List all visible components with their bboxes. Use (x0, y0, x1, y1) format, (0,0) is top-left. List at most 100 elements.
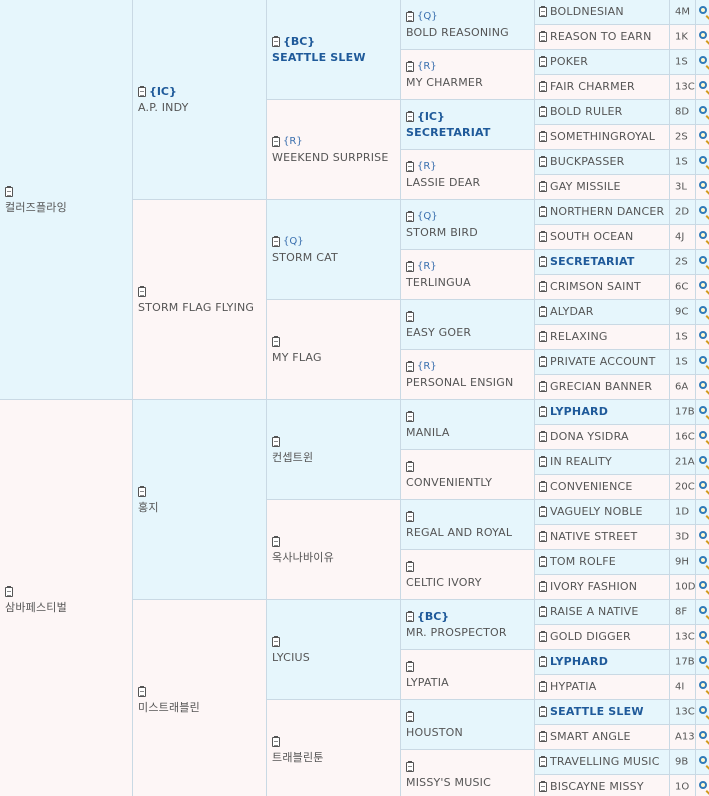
clipboard-icon[interactable] (539, 581, 547, 592)
clipboard-icon[interactable] (539, 731, 547, 742)
clipboard-icon[interactable] (539, 256, 547, 267)
search-button[interactable] (696, 275, 709, 300)
pedigree-cell-gen5[interactable]: FAIR CHARMER (535, 75, 670, 100)
horse-name[interactable]: RAISE A NATIVE (550, 605, 639, 618)
horse-name[interactable]: 삼바페스티벌 (5, 600, 67, 616)
horse-name[interactable]: SECRETARIAT (550, 255, 635, 268)
pedigree-cell-gen5[interactable]: SOMETHINGROYAL (535, 125, 670, 150)
pedigree-cell-gen4[interactable]: {Q} BOLD REASONING (401, 0, 535, 50)
horse-name[interactable]: MR. PROSPECTOR (406, 625, 507, 641)
pedigree-cell-gen1[interactable]: 삼바페스티벌 (0, 400, 133, 796)
pedigree-cell-gen5[interactable]: BISCAYNE MISSY (535, 775, 670, 796)
pedigree-cell-gen5[interactable]: RELAXING (535, 325, 670, 350)
horse-name[interactable]: 옥사나바이유 (272, 550, 334, 566)
search-button[interactable] (696, 125, 709, 150)
horse-name[interactable]: STORM CAT (272, 250, 338, 266)
search-button[interactable] (696, 775, 709, 796)
horse-name[interactable]: TRAVELLING MUSIC (550, 755, 660, 768)
clipboard-icon[interactable] (272, 335, 280, 347)
horse-name[interactable]: TOM ROLFE (550, 555, 616, 568)
pedigree-cell-gen4[interactable]: HOUSTON (401, 700, 535, 750)
search-button[interactable] (696, 625, 709, 650)
horse-name[interactable]: MY FLAG (272, 350, 322, 366)
pedigree-cell-gen5[interactable]: SECRETARIAT (535, 250, 670, 275)
horse-name[interactable]: LYPATIA (406, 675, 449, 691)
pedigree-cell-gen5[interactable]: VAGUELY NOBLE (535, 500, 670, 525)
pedigree-cell-gen4[interactable]: MANILA (401, 400, 535, 450)
pedigree-cell-gen1[interactable]: 컬러즈플라잉 (0, 0, 133, 400)
pedigree-cell-gen5[interactable]: SOUTH OCEAN (535, 225, 670, 250)
clipboard-icon[interactable] (539, 106, 547, 117)
pedigree-cell-gen4[interactable]: EASY GOER (401, 300, 535, 350)
horse-name[interactable]: TERLINGUA (406, 275, 471, 291)
clipboard-icon[interactable] (539, 281, 547, 292)
clipboard-icon[interactable] (539, 31, 547, 42)
search-button[interactable] (696, 500, 709, 525)
pedigree-cell-gen3[interactable]: 트래블린툰 (267, 700, 401, 796)
horse-name[interactable]: EASY GOER (406, 325, 471, 341)
horse-name[interactable]: IVORY FASHION (550, 580, 637, 593)
horse-name[interactable]: MANILA (406, 425, 450, 441)
pedigree-cell-gen4[interactable]: {IC} SECRETARIAT (401, 100, 535, 150)
search-button[interactable] (696, 550, 709, 575)
horse-name[interactable]: DONA YSIDRA (550, 430, 629, 443)
search-button[interactable] (696, 600, 709, 625)
horse-name[interactable]: 트래블린툰 (272, 750, 324, 766)
pedigree-cell-gen5[interactable]: ALYDAR (535, 300, 670, 325)
pedigree-cell-gen2[interactable]: {IC} A.P. INDY (133, 0, 267, 200)
clipboard-icon[interactable] (539, 431, 547, 442)
horse-name[interactable]: BOLD REASONING (406, 25, 509, 41)
clipboard-icon[interactable] (406, 460, 414, 472)
clipboard-icon[interactable] (406, 210, 414, 222)
pedigree-cell-gen5[interactable]: SEATTLE SLEW (535, 700, 670, 725)
search-button[interactable] (696, 725, 709, 750)
pedigree-cell-gen5[interactable]: BUCKPASSER (535, 150, 670, 175)
clipboard-icon[interactable] (539, 556, 547, 567)
pedigree-cell-gen5[interactable]: RAISE A NATIVE (535, 600, 670, 625)
pedigree-cell-gen5[interactable]: TRAVELLING MUSIC (535, 750, 670, 775)
pedigree-cell-gen3[interactable]: 옥사나바이유 (267, 500, 401, 600)
search-button[interactable] (696, 475, 709, 500)
pedigree-cell-gen2[interactable]: 홍지 (133, 400, 267, 600)
horse-name[interactable]: SMART ANGLE (550, 730, 631, 743)
clipboard-icon[interactable] (406, 510, 414, 522)
clipboard-icon[interactable] (539, 681, 547, 692)
clipboard-icon[interactable] (539, 506, 547, 517)
clipboard-icon[interactable] (539, 56, 547, 67)
pedigree-cell-gen4[interactable]: CONVENIENTLY (401, 450, 535, 500)
pedigree-cell-gen5[interactable]: IVORY FASHION (535, 575, 670, 600)
horse-name[interactable]: NORTHERN DANCER (550, 205, 664, 218)
clipboard-icon[interactable] (406, 360, 414, 372)
search-button[interactable] (696, 300, 709, 325)
horse-name[interactable]: STORM FLAG FLYING (138, 300, 254, 316)
search-button[interactable] (696, 575, 709, 600)
pedigree-cell-gen5[interactable]: TOM ROLFE (535, 550, 670, 575)
clipboard-icon[interactable] (539, 631, 547, 642)
pedigree-cell-gen5[interactable]: LYPHARD (535, 400, 670, 425)
clipboard-icon[interactable] (138, 485, 146, 497)
clipboard-icon[interactable] (539, 606, 547, 617)
clipboard-icon[interactable] (406, 610, 414, 622)
horse-name[interactable]: BISCAYNE MISSY (550, 780, 644, 793)
clipboard-icon[interactable] (272, 135, 280, 147)
pedigree-cell-gen4[interactable]: {R} LASSIE DEAR (401, 150, 535, 200)
horse-name[interactable]: CRIMSON SAINT (550, 280, 641, 293)
pedigree-cell-gen5[interactable]: SMART ANGLE (535, 725, 670, 750)
search-button[interactable] (696, 750, 709, 775)
search-button[interactable] (696, 650, 709, 675)
search-button[interactable] (696, 150, 709, 175)
clipboard-icon[interactable] (539, 531, 547, 542)
horse-name[interactable]: A.P. INDY (138, 100, 189, 116)
search-button[interactable] (696, 700, 709, 725)
horse-name[interactable]: PERSONAL ENSIGN (406, 375, 513, 391)
horse-name[interactable]: CONVENIENCE (550, 480, 633, 493)
search-button[interactable] (696, 250, 709, 275)
pedigree-cell-gen5[interactable]: GOLD DIGGER (535, 625, 670, 650)
pedigree-cell-gen5[interactable]: CRIMSON SAINT (535, 275, 670, 300)
horse-name[interactable]: LASSIE DEAR (406, 175, 480, 191)
search-button[interactable] (696, 675, 709, 700)
horse-name[interactable]: MY CHARMER (406, 75, 483, 91)
clipboard-icon[interactable] (539, 131, 547, 142)
horse-name[interactable]: FAIR CHARMER (550, 80, 635, 93)
clipboard-icon[interactable] (539, 331, 547, 342)
